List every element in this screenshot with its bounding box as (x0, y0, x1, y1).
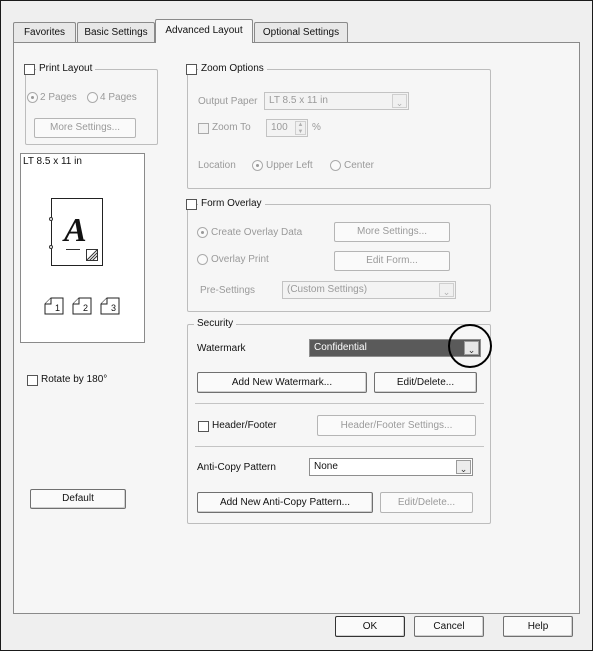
tab-optional-settings[interactable]: Optional Settings (254, 22, 348, 42)
chevron-down-icon[interactable]: ⌄ (392, 94, 407, 108)
percent-label: % (312, 122, 321, 133)
location-label: Location (198, 160, 236, 171)
zoom-value-spinner[interactable]: 100 ▲ ▼ (266, 119, 308, 137)
watermark-preview-icon (86, 249, 98, 261)
tab-basic-settings[interactable]: Basic Settings (77, 22, 155, 42)
header-footer-checkbox[interactable] (198, 421, 209, 432)
zoom-value: 100 (271, 122, 288, 133)
add-anticopy-button[interactable]: Add New Anti-Copy Pattern... (197, 492, 373, 513)
svg-text:1: 1 (55, 303, 60, 313)
presettings-label: Pre-Settings (200, 285, 256, 296)
output-paper-value: LT 8.5 x 11 in (269, 95, 328, 106)
layout-preview: LT 8.5 x 11 in A 1 2 3 (20, 153, 145, 343)
presettings-select[interactable]: (Custom Settings) ⌄ (282, 281, 456, 299)
ok-button[interactable]: OK (335, 616, 405, 637)
anticopy-label: Anti-Copy Pattern (197, 462, 276, 473)
anticopy-select[interactable]: None ⌄ (309, 458, 473, 476)
anticopy-edit-delete-button[interactable]: Edit/Delete... (380, 492, 473, 513)
sample-letter: A (64, 212, 87, 249)
center-label: Center (344, 160, 375, 171)
presettings-value: (Custom Settings) (287, 284, 368, 295)
zoom-options-label: Zoom Options (198, 63, 267, 75)
watermark-value: Confidential (314, 342, 367, 353)
hole-punch-icon (49, 245, 53, 249)
default-button[interactable]: Default (30, 489, 126, 509)
chevron-down-icon[interactable]: ⌄ (456, 460, 471, 474)
two-pages-label: 2 Pages (40, 92, 77, 103)
header-footer-settings-button[interactable]: Header/Footer Settings... (317, 415, 476, 436)
center-radio[interactable] (330, 160, 341, 171)
print-layout-checkbox[interactable] (24, 64, 35, 75)
separator (195, 446, 484, 447)
highlight-circle (448, 324, 492, 368)
printer-properties-dialog: Favorites Basic Settings Advanced Layout… (0, 0, 593, 651)
form-overlay-label: Form Overlay (198, 198, 265, 210)
tab-panel: Print Layout 2 Pages 4 Pages More Settin… (13, 42, 580, 614)
zoom-options-checkbox[interactable] (186, 64, 197, 75)
svg-text:2: 2 (83, 303, 88, 313)
output-paper-label: Output Paper (198, 96, 258, 107)
rotate-checkbox[interactable] (27, 375, 38, 386)
upper-left-label: Upper Left (266, 160, 313, 171)
help-button[interactable]: Help (503, 616, 573, 637)
two-pages-radio[interactable] (27, 92, 38, 103)
cancel-button[interactable]: Cancel (414, 616, 484, 637)
edit-form-button[interactable]: Edit Form... (334, 251, 450, 271)
security-label: Security (194, 318, 237, 330)
page-preview-icon: A (49, 198, 103, 266)
text-line (66, 249, 80, 250)
upper-left-radio[interactable] (252, 160, 263, 171)
form-overlay-checkbox[interactable] (186, 199, 197, 210)
separator (195, 403, 484, 404)
add-watermark-button[interactable]: Add New Watermark... (197, 372, 367, 393)
four-pages-label: 4 Pages (100, 92, 137, 103)
create-overlay-label: Create Overlay Data (211, 227, 303, 238)
page-order-icons: 1 2 3 (44, 297, 120, 315)
overlay-more-settings-button[interactable]: More Settings... (334, 222, 450, 242)
watermark-edit-delete-button[interactable]: Edit/Delete... (374, 372, 477, 393)
create-overlay-radio[interactable] (197, 227, 208, 238)
zoom-to-checkbox[interactable] (198, 123, 209, 134)
svg-text:3: 3 (111, 303, 116, 313)
four-pages-radio[interactable] (87, 92, 98, 103)
spinner-arrows-icon[interactable]: ▲ ▼ (295, 121, 306, 135)
tab-favorites[interactable]: Favorites (13, 22, 76, 42)
preview-paper-label: LT 8.5 x 11 in (23, 156, 82, 167)
hole-punch-icon (49, 217, 53, 221)
header-footer-label: Header/Footer (212, 420, 277, 431)
tab-advanced-layout[interactable]: Advanced Layout (155, 19, 253, 43)
layout-more-settings-button[interactable]: More Settings... (34, 118, 136, 138)
output-paper-select[interactable]: LT 8.5 x 11 in ⌄ (264, 92, 409, 110)
print-layout-label: Print Layout (36, 63, 96, 75)
rotate-label: Rotate by 180° (41, 374, 108, 385)
watermark-label: Watermark (197, 343, 246, 354)
anticopy-value: None (314, 461, 338, 472)
overlay-print-label: Overlay Print (211, 254, 269, 265)
chevron-down-icon[interactable]: ⌄ (439, 283, 454, 297)
overlay-print-radio[interactable] (197, 254, 208, 265)
zoom-to-label: Zoom To (212, 122, 251, 133)
